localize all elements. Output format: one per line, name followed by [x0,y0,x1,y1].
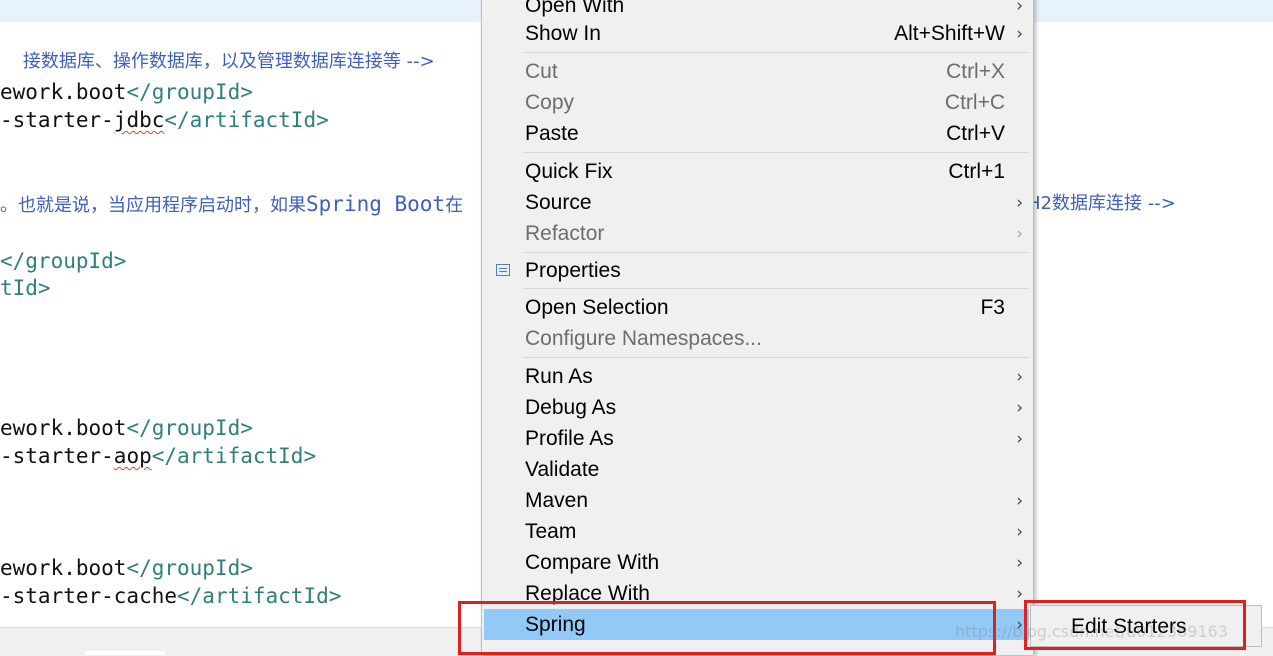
menu-item-debug-as[interactable]: Debug As › [484,392,1029,423]
menu-item-label: Validate [525,457,600,481]
menu-separator [523,288,1029,289]
code-text: -starter- [0,444,114,468]
menu-item-show-in[interactable]: Show In Alt+Shift+W › [484,18,1029,49]
code-text: ework.boot [0,556,127,580]
menu-item-shortcut: Ctrl+V [946,121,1005,145]
code-line-artifactid: tId> [0,275,51,301]
spellcheck-word: jdbc [113,108,165,132]
menu-item-label: Profile As [525,426,614,450]
chevron-right-icon: › [1016,583,1023,604]
xml-tag: tId> [0,276,51,300]
menu-item-maven[interactable]: Maven › [484,485,1029,516]
chevron-right-icon: › [1016,397,1023,418]
menu-item-label: Refactor [525,221,605,245]
menu-separator [523,252,1029,253]
menu-item-label: Compare With [525,550,660,574]
menu-item-label: Configure Namespaces... [525,326,762,350]
xml-comment-line: 。也就是说，当应用程序启动时，如果Spring Boot在 [0,192,463,218]
comment-text: H2数据库连接 --> [1027,193,1176,214]
menu-item-label: Open With [525,0,625,17]
menu-item-shortcut: Ctrl+1 [948,159,1005,183]
code-text: ework.boot [0,80,127,104]
menu-item-properties[interactable]: Properties [484,255,1029,286]
menu-item-label: Source [525,190,592,214]
menu-item-refactor[interactable]: Refactor › [484,218,1029,249]
watermark: https://blog.csdn.net/u012369163 [955,622,1228,641]
chevron-right-icon: › [1016,0,1023,16]
menu-item-shortcut: Ctrl+X [946,59,1005,83]
code-text: -starter-cache [0,584,178,608]
xml-tag: </groupId> [126,556,253,580]
chevron-right-icon: › [1016,223,1023,244]
menu-item-validate[interactable]: Validate [484,454,1029,485]
xml-tag: </artifactId> [151,444,317,468]
chevron-right-icon: › [1016,192,1023,213]
chevron-right-icon: › [1016,490,1023,511]
chevron-right-icon: › [1016,521,1023,542]
context-menu: Open With › Show In Alt+Shift+W › Cut Ct… [481,0,1034,655]
code-line-groupid: ework.boot</groupId> [0,415,253,441]
xml-tag: </groupId> [0,249,127,273]
menu-item-label: Team [525,519,577,543]
code-text: -starter- [0,108,114,132]
properties-icon [496,264,510,276]
menu-item-label: Paste [525,121,579,145]
menu-item-copy[interactable]: Copy Ctrl+C [484,87,1029,118]
menu-item-label: Properties [525,258,621,282]
code-text: ework.boot [0,416,127,440]
menu-item-label: Show In [525,21,601,45]
menu-item-run-as[interactable]: Run As › [484,361,1029,392]
editor-tab[interactable] [85,651,165,655]
code-line-artifactid: -starter-cache</artifactId> [0,583,341,609]
code-line-artifactid: -starter-jdbc</artifactId> [0,107,329,133]
annotation-box-spring [458,601,996,655]
spellcheck-word: aop [113,444,152,468]
xml-tag: </groupId> [126,416,253,440]
comment-text: Spring Boot [306,192,446,216]
menu-item-label: Copy [525,90,575,114]
menu-item-profile-as[interactable]: Profile As › [484,423,1029,454]
menu-item-shortcut: Alt+Shift+W [894,21,1005,45]
menu-item-compare-with[interactable]: Compare With › [484,547,1029,578]
xml-tag: </groupId> [126,80,253,104]
comment-text: 在 [445,195,464,216]
menu-item-label: Open Selection [525,295,669,319]
xml-comment-line-right: H2数据库连接 --> [1027,192,1176,216]
menu-item-open-selection[interactable]: Open Selection F3 [484,292,1029,323]
comment-text: 。也就是说，当应用程序启动时，如果 [0,195,306,216]
comment-text: 接数据库、操作数据库，以及管理数据库连接等 --> [22,51,435,72]
menu-item-label: Debug As [525,395,617,419]
menu-separator [523,52,1029,53]
menu-item-label: Run As [525,364,593,388]
xml-tag: </artifactId> [177,584,342,608]
chevron-right-icon: › [1016,366,1023,387]
menu-separator [523,152,1029,153]
menu-item-paste[interactable]: Paste Ctrl+V [484,118,1029,149]
menu-item-label: Maven [525,488,589,512]
code-line-groupid: ework.boot</groupId> [0,555,253,581]
menu-item-label: Cut [525,59,558,83]
menu-item-quick-fix[interactable]: Quick Fix Ctrl+1 [484,156,1029,187]
menu-item-source[interactable]: Source › [484,187,1029,218]
menu-item-label: Quick Fix [525,159,613,183]
code-line-groupid: ework.boot</groupId> [0,79,253,105]
chevron-right-icon: › [1016,552,1023,573]
xml-tag: </artifactId> [164,108,329,132]
chevron-right-icon: › [1016,428,1023,449]
menu-item-configure-namespaces[interactable]: Configure Namespaces... [484,323,1029,354]
code-line-artifactid: -starter-aop</artifactId> [0,443,316,469]
chevron-right-icon: › [1016,23,1023,44]
code-line-groupid: </groupId> [0,248,126,274]
menu-item-shortcut: F3 [980,295,1005,319]
menu-item-shortcut: Ctrl+C [944,90,1005,114]
menu-item-cut[interactable]: Cut Ctrl+X [484,56,1029,87]
menu-separator [523,357,1029,358]
menu-item-team[interactable]: Team › [484,516,1029,547]
